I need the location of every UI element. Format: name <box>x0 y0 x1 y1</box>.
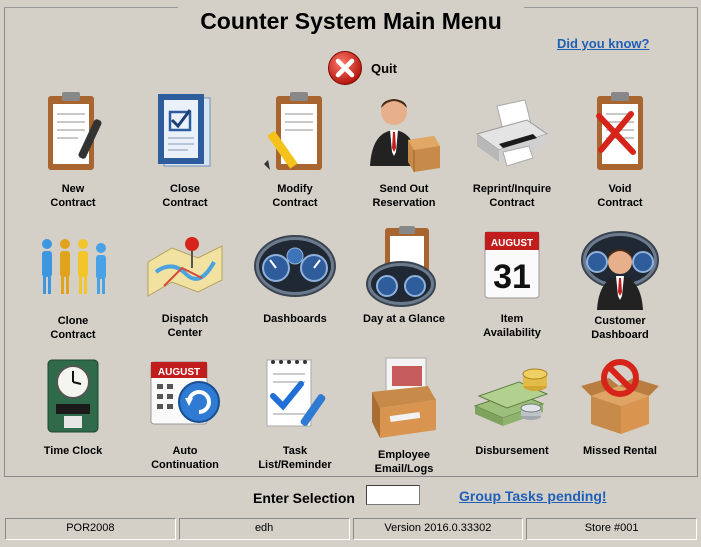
quit-button[interactable]: Quit <box>327 50 397 86</box>
calendar-31-icon: AUGUST 31 <box>484 231 540 299</box>
money-stack-icon <box>473 368 549 426</box>
menu-missed-rental[interactable]: Missed Rental <box>565 356 675 484</box>
menu-employee-email-logs[interactable]: Employee Email/Logs <box>349 356 459 484</box>
clipboard-x-icon <box>596 92 643 170</box>
quit-x-icon <box>328 51 362 85</box>
svg-text:AUGUST: AUGUST <box>158 367 200 378</box>
menu-label: Missed Rental <box>583 445 657 457</box>
svg-text:31: 31 <box>493 258 531 296</box>
menu-task-list-reminder[interactable]: Task List/Reminder <box>240 356 350 484</box>
group-tasks-link[interactable]: Group Tasks pending! <box>459 488 607 504</box>
printer-icon <box>475 99 549 167</box>
menu-label: Clone Contract <box>50 315 96 341</box>
checklist-icon <box>266 359 326 427</box>
map-pin-icon <box>147 237 223 297</box>
menu-label: Employee Email/Logs <box>374 449 434 475</box>
person-gauges-icon <box>581 231 659 310</box>
clipboard-gauges-icon <box>366 226 436 307</box>
checked-book-icon <box>158 94 211 167</box>
time-clock-icon <box>47 359 99 433</box>
menu-time-clock[interactable]: Time Clock <box>18 356 128 484</box>
menu-label: Day at a Glance <box>363 313 445 325</box>
menu-reprint-inquire-contract[interactable]: Reprint/Inquire Contract <box>457 90 567 218</box>
menu-label: Reprint/Inquire Contract <box>472 183 552 209</box>
status-user: edh <box>178 518 350 540</box>
menu-label: Dispatch Center <box>161 313 209 339</box>
menu-send-out-reservation[interactable]: Send Out Reservation <box>349 90 459 218</box>
did-you-know-link[interactable]: Did you know? <box>557 36 649 51</box>
menu-close-contract[interactable]: Close Contract <box>130 90 240 218</box>
status-bar: POR2008 edh Version 2016.0.33302 Store #… <box>5 518 697 540</box>
mail-tray-icon <box>372 357 436 438</box>
box-no-icon <box>581 359 659 434</box>
calendar-refresh-icon: AUGUST <box>150 361 220 425</box>
menu-customer-dashboard[interactable]: Customer Dashboard <box>565 226 675 354</box>
menu-label: Dashboards <box>263 313 327 325</box>
menu-new-contract[interactable]: New Contract <box>18 90 128 218</box>
status-product: POR2008 <box>5 518 176 540</box>
people-clones-icon <box>42 239 106 294</box>
quit-label: Quit <box>371 60 397 76</box>
menu-label: Disbursement <box>475 445 549 457</box>
menu-label: New Contract <box>50 183 96 209</box>
menu-auto-continuation[interactable]: AUGUST Auto Continuation <box>130 356 240 484</box>
menu-label: Modify Contract <box>272 183 318 209</box>
gauges-icon <box>254 235 336 297</box>
menu-dispatch-center[interactable]: Dispatch Center <box>130 226 240 354</box>
menu-modify-contract[interactable]: Modify Contract <box>240 90 350 218</box>
selection-input[interactable] <box>366 485 420 505</box>
menu-disbursement[interactable]: Disbursement <box>457 356 567 484</box>
enter-selection-label: Enter Selection <box>253 490 355 506</box>
svg-text:AUGUST: AUGUST <box>491 238 533 249</box>
status-version: Version 2016.0.33302 <box>352 518 524 540</box>
menu-label: Close Contract <box>162 183 208 209</box>
menu-label: Auto Continuation <box>151 445 219 471</box>
menu-clone-contract[interactable]: Clone Contract <box>18 226 128 354</box>
menu-label: Task List/Reminder <box>258 445 332 471</box>
menu-item-availability[interactable]: AUGUST 31 Item Availability <box>457 226 567 354</box>
person-box-icon <box>370 99 440 172</box>
status-store: Store #001 <box>526 518 697 540</box>
menu-void-contract[interactable]: Void Contract <box>565 90 675 218</box>
page-title: Counter System Main Menu <box>178 4 524 38</box>
menu-label: Item Availability <box>483 313 541 339</box>
menu-dashboards[interactable]: Dashboards <box>240 226 350 354</box>
menu-label: Time Clock <box>43 445 103 457</box>
clipboard-pen-icon <box>48 92 102 170</box>
menu-label: Void Contract <box>597 183 643 209</box>
menu-label: Customer Dashboard <box>591 315 649 341</box>
menu-label: Send Out Reservation <box>372 183 436 209</box>
menu-day-at-a-glance[interactable]: Day at a Glance <box>349 226 459 354</box>
clipboard-pencil-icon <box>264 92 322 170</box>
